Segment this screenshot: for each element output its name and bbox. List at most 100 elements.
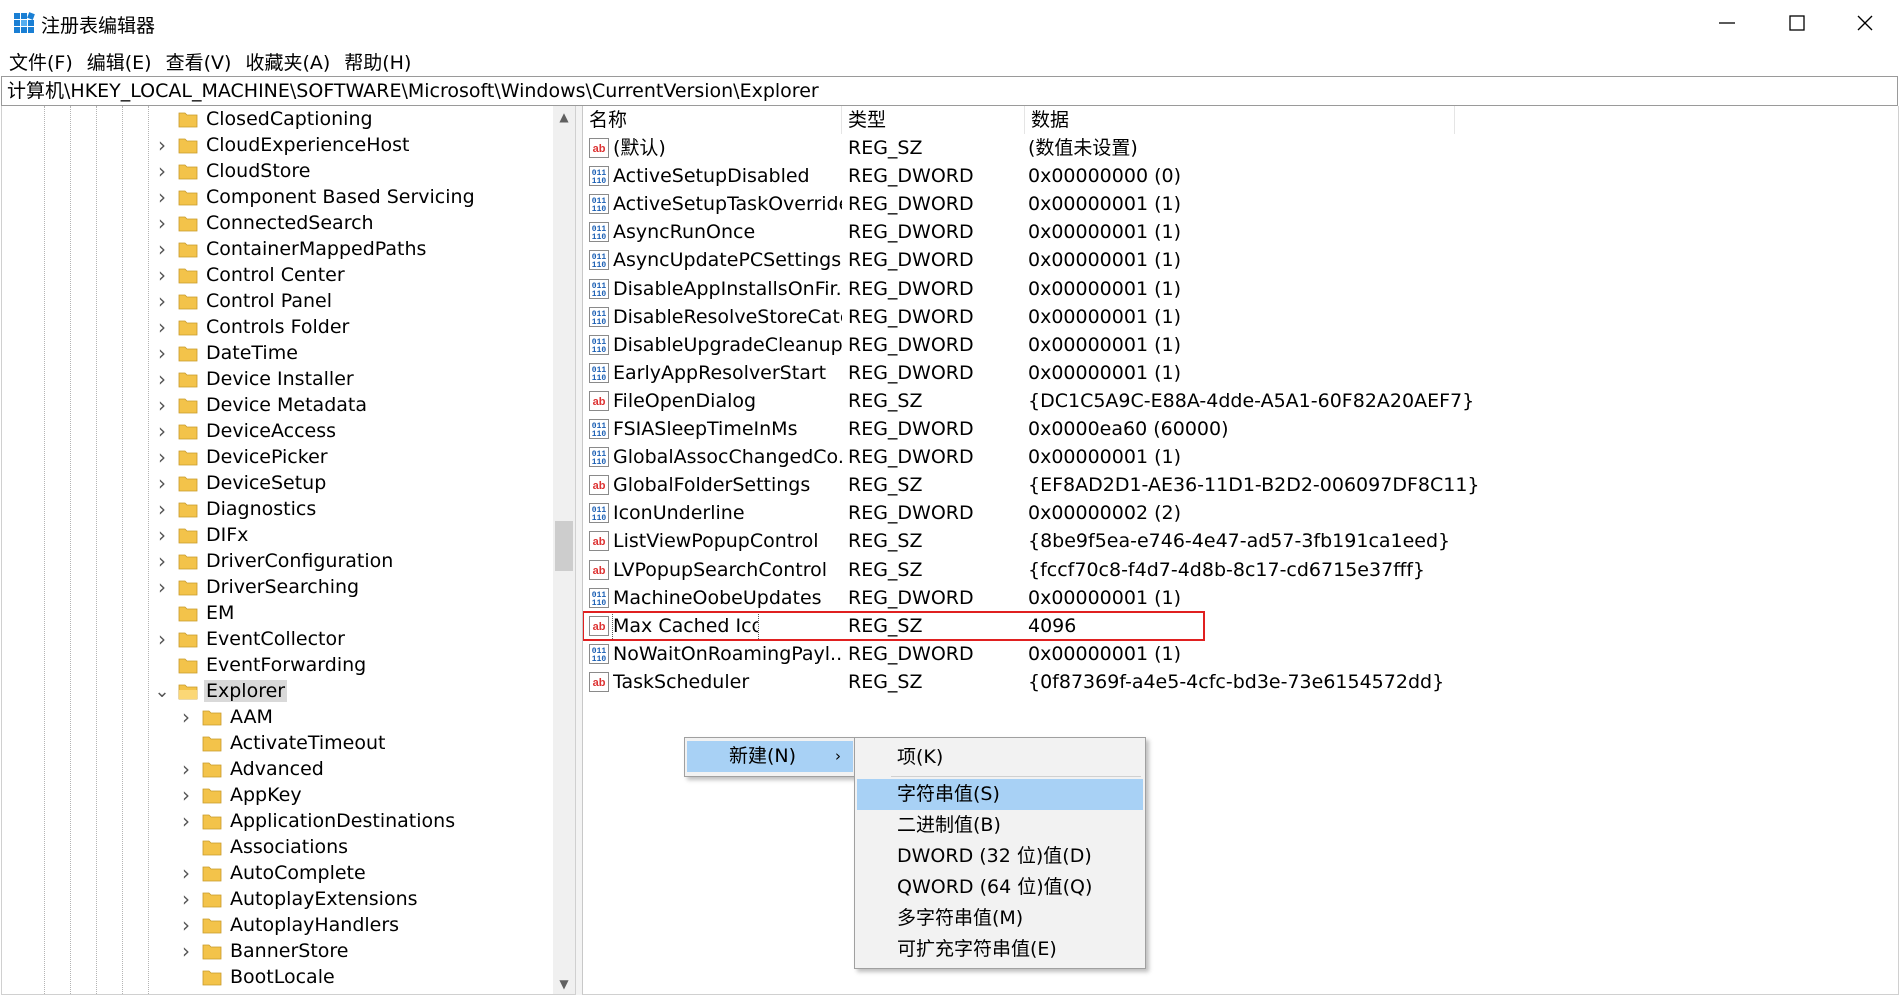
tree-item[interactable]: › EventCollector: [154, 626, 347, 652]
expand-arrow-icon[interactable]: ›: [154, 418, 170, 444]
expand-arrow-icon[interactable]: ›: [154, 496, 170, 522]
value-row[interactable]: 011 110 AsyncRunOnce REG_DWORD 0x00000001 (1…: [583, 218, 1898, 246]
scroll-down-arrow-icon[interactable]: ▼: [553, 973, 575, 994]
submenu-item-dword-value[interactable]: DWORD (32 位)值(D): [857, 841, 1143, 872]
expand-arrow-icon[interactable]: ›: [154, 262, 170, 288]
tree-item[interactable]: EventForwarding: [154, 652, 368, 678]
value-row[interactable]: ab TaskScheduler REG_SZ {0f87369f-a4e5-4cfc…: [583, 668, 1898, 696]
column-header-type[interactable]: 类型: [842, 106, 1025, 134]
value-row[interactable]: 011 110 EarlyAppResolverStart REG_DWORD 0x00…: [583, 359, 1898, 387]
expand-arrow-icon[interactable]: ›: [154, 626, 170, 652]
expand-arrow-icon[interactable]: ›: [178, 808, 194, 834]
tree-item[interactable]: › Device Metadata: [154, 392, 369, 418]
menu-favorites[interactable]: 收藏夹(A): [244, 48, 331, 75]
tree-item[interactable]: › AppKey: [178, 782, 304, 808]
expand-arrow-icon[interactable]: ›: [154, 574, 170, 600]
tree-item[interactable]: › Advanced: [178, 756, 326, 782]
close-button[interactable]: [1830, 0, 1900, 46]
tree-item[interactable]: Associations: [178, 834, 350, 860]
tree-item[interactable]: › Component Based Servicing: [154, 184, 477, 210]
tree-item[interactable]: › DeviceSetup: [154, 470, 328, 496]
menu-help[interactable]: 帮助(H): [343, 48, 412, 75]
value-row[interactable]: 011 110 DisableAppInstallsOnFir... REG_DWOR…: [583, 275, 1898, 303]
tree-item[interactable]: › Diagnostics: [154, 496, 318, 522]
tree-item[interactable]: › AutoplayHandlers: [178, 912, 401, 938]
value-row[interactable]: 011 110 MachineOobeUpdates REG_DWORD 0x00000…: [583, 584, 1898, 612]
value-row[interactable]: 011 110 GlobalAssocChangedCo... REG_DWORD 0x…: [583, 443, 1898, 471]
tree-item[interactable]: › CloudExperienceHost: [154, 132, 412, 158]
tree-item[interactable]: › DeviceAccess: [154, 418, 338, 444]
tree-item[interactable]: ⌄ Explorer: [154, 678, 288, 704]
expand-arrow-icon[interactable]: ›: [178, 938, 194, 964]
minimize-button[interactable]: [1692, 0, 1762, 46]
value-row[interactable]: ab LVPopupSearchControl REG_SZ {fccf70c8-f4…: [583, 556, 1898, 584]
column-header-data[interactable]: 数据: [1025, 106, 1455, 134]
expand-arrow-icon[interactable]: ›: [154, 522, 170, 548]
expand-arrow-icon[interactable]: ›: [154, 288, 170, 314]
expand-arrow-icon[interactable]: ›: [154, 548, 170, 574]
tree-item[interactable]: › AutoComplete: [178, 860, 368, 886]
scroll-up-arrow-icon[interactable]: ▲: [553, 106, 575, 128]
expand-arrow-icon[interactable]: ›: [154, 470, 170, 496]
expand-arrow-icon[interactable]: ›: [178, 704, 194, 730]
submenu-item-key[interactable]: 项(K): [857, 742, 1143, 773]
tree-item[interactable]: › ContainerMappedPaths: [154, 236, 428, 262]
value-row[interactable]: ab GlobalFolderSettings REG_SZ {EF8AD2D1-AE…: [583, 471, 1898, 499]
value-row[interactable]: ab (默认) REG_SZ (数值未设置): [583, 134, 1898, 162]
menu-edit[interactable]: 编辑(E): [86, 48, 153, 75]
tree-item[interactable]: › DriverSearching: [154, 574, 361, 600]
expand-arrow-icon[interactable]: ›: [154, 158, 170, 184]
value-row[interactable]: 011 110 NoWaitOnRoamingPayl... REG_DWORD 0x0…: [583, 640, 1898, 668]
value-row[interactable]: 011 110 IconUnderline REG_DWORD 0x00000002 (…: [583, 499, 1898, 527]
submenu-item-binary-value[interactable]: 二进制值(B): [857, 810, 1143, 841]
expand-arrow-icon[interactable]: ›: [178, 860, 194, 886]
tree-item[interactable]: › Device Installer: [154, 366, 356, 392]
value-row[interactable]: 011 110 ActiveSetupDisabled REG_DWORD 0x0000…: [583, 162, 1898, 190]
collapse-arrow-icon[interactable]: ⌄: [154, 678, 170, 704]
expand-arrow-icon[interactable]: ›: [154, 340, 170, 366]
tree-item[interactable]: › Control Panel: [154, 288, 334, 314]
tree-item[interactable]: › Control Center: [154, 262, 347, 288]
value-row[interactable]: 011 110 DisableUpgradeCleanup REG_DWORD 0x00…: [583, 331, 1898, 359]
tree-item[interactable]: › CloudStore: [154, 158, 313, 184]
expand-arrow-icon[interactable]: ›: [178, 886, 194, 912]
expand-arrow-icon[interactable]: ›: [178, 756, 194, 782]
expand-arrow-icon[interactable]: ›: [154, 236, 170, 262]
tree-item[interactable]: › DevicePicker: [154, 444, 330, 470]
tree-item[interactable]: › Controls Folder: [154, 314, 351, 340]
tree-item[interactable]: › BannerStore: [178, 938, 350, 964]
expand-arrow-icon[interactable]: ›: [154, 444, 170, 470]
expand-arrow-icon[interactable]: ›: [178, 782, 194, 808]
submenu-item-qword-value[interactable]: QWORD (64 位)值(Q): [857, 872, 1143, 903]
expand-arrow-icon[interactable]: ›: [154, 392, 170, 418]
column-header-name[interactable]: 名称: [583, 106, 842, 134]
submenu-item-string-value[interactable]: 字符串值(S): [857, 779, 1143, 810]
value-row[interactable]: ab FileOpenDialog REG_SZ {DC1C5A9C-E88A-4dd…: [583, 387, 1898, 415]
value-row[interactable]: 011 110 ActiveSetupTaskOverride REG_DWORD 0x…: [583, 190, 1898, 218]
tree-item[interactable]: › AAM: [178, 704, 275, 730]
value-row[interactable]: 011 110 AsyncUpdatePCSettings REG_DWORD 0x00…: [583, 246, 1898, 274]
submenu-item-expandable-string-value[interactable]: 可扩充字符串值(E): [857, 934, 1143, 965]
menu-file[interactable]: 文件(F): [8, 48, 74, 75]
maximize-button[interactable]: [1762, 0, 1832, 46]
tree-item[interactable]: › AutoplayExtensions: [178, 886, 420, 912]
menu-view[interactable]: 查看(V): [165, 48, 233, 75]
tree-item[interactable]: EM: [154, 600, 236, 626]
menu-item-new[interactable]: 新建(N) ›: [687, 741, 853, 772]
value-row[interactable]: ab ListViewPopupControl REG_SZ {8be9f5ea-e7…: [583, 527, 1898, 555]
expand-arrow-icon[interactable]: ›: [154, 314, 170, 340]
tree-item[interactable]: › DateTime: [154, 340, 300, 366]
tree-item[interactable]: › ApplicationDestinations: [178, 808, 457, 834]
expand-arrow-icon[interactable]: ›: [154, 210, 170, 236]
value-row[interactable]: 011 110 FSIASleepTimeInMs REG_DWORD 0x0000ea…: [583, 415, 1898, 443]
expand-arrow-icon[interactable]: ›: [178, 912, 194, 938]
expand-arrow-icon[interactable]: ›: [154, 366, 170, 392]
scroll-thumb[interactable]: [555, 521, 573, 571]
tree-scrollbar[interactable]: ▲ ▼: [553, 106, 575, 994]
expand-arrow-icon[interactable]: ›: [154, 184, 170, 210]
tree-item[interactable]: ClosedCaptioning: [154, 106, 375, 132]
tree-item[interactable]: BootLocale: [178, 964, 337, 990]
expand-arrow-icon[interactable]: ›: [154, 132, 170, 158]
value-row[interactable]: 011110DisableResolveStoreCate... REG_DWOR…: [583, 303, 1898, 331]
address-bar[interactable]: 计算机\HKEY_LOCAL_MACHINE\SOFTWARE\Microsof…: [1, 76, 1898, 106]
